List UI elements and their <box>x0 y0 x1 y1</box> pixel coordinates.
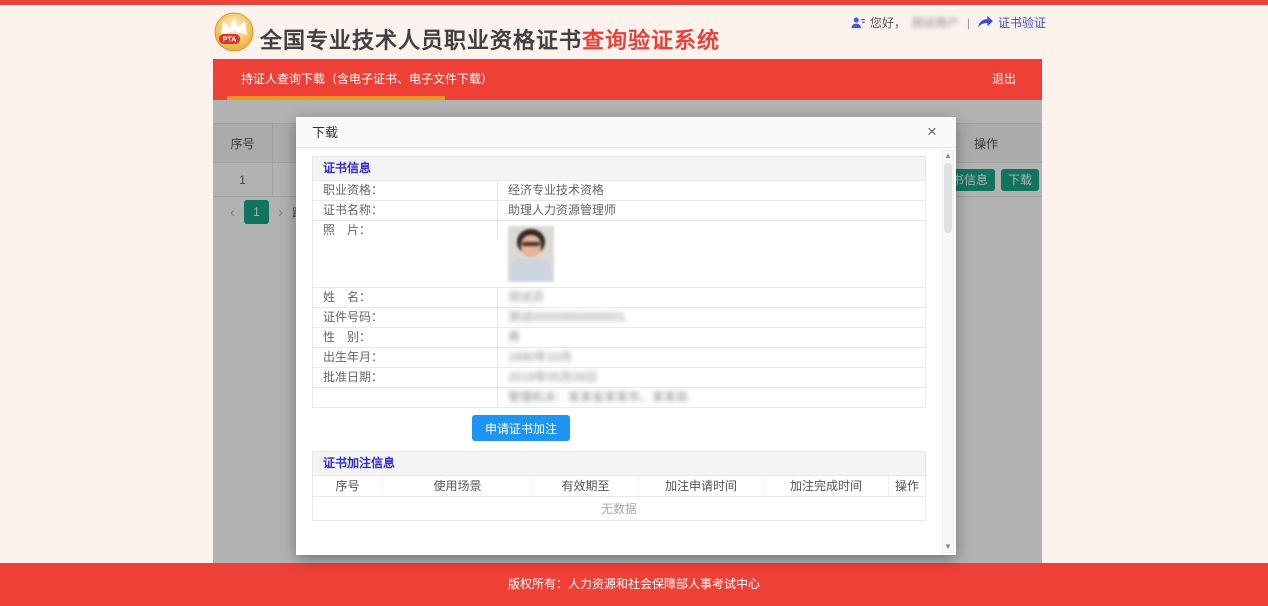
ann-col-index: 序号 <box>313 476 383 496</box>
page-title-accent: 查询验证系统 <box>582 28 721 53</box>
field-value: 经济专业技术资格 <box>508 183 605 197</box>
footer: 版权所有：人力资源和社会保障部人事考试中心 <box>0 563 1268 606</box>
user-icon <box>851 16 865 28</box>
cert-info-section-header: 证书信息 <box>313 157 925 180</box>
certificate-photo <box>508 226 554 282</box>
annotation-empty-text: 无数据 <box>313 496 925 520</box>
field-value-masked: 2019年05月28日 <box>508 370 598 384</box>
field-row-approve-date: 批准日期： 2019年05月28日 <box>313 367 925 387</box>
field-row-cert-name: 证书名称： 助理人力资源管理师 <box>313 200 925 220</box>
modal-scrollbar[interactable]: ▲ ▼ <box>942 150 954 553</box>
greeting-text: 您好， <box>869 16 906 30</box>
download-modal: 下载 × 证书信息 职业资格： 经济专业技术资格 证书名称： 助理人力资源管理师… <box>296 117 956 555</box>
field-row-authority: 管理机关：某某省某某市，某某局 <box>313 387 925 407</box>
field-row-birth: 出生年月： 1990年10月 <box>313 347 925 367</box>
field-label: 出生年月： <box>313 348 498 367</box>
annotation-section-title: 证书加注信息 <box>323 456 396 470</box>
field-row-occupation: 职业资格： 经济专业技术资格 <box>313 180 925 200</box>
modal-title: 下载 <box>312 125 339 140</box>
annotation-section-header: 证书加注信息 <box>313 452 925 475</box>
ann-col-scene: 使用场景 <box>383 476 533 496</box>
cert-verify-link[interactable]: 证书验证 <box>998 14 1046 31</box>
ann-col-valid-until: 有效期至 <box>533 476 639 496</box>
field-label: 性 别： <box>313 328 498 347</box>
share-arrow-icon <box>978 16 993 28</box>
ann-col-apply-time: 加注申请时间 <box>639 476 764 496</box>
field-value-masked: 男 <box>508 330 521 344</box>
top-accent-line <box>0 0 1268 5</box>
page-title: 全国专业技术人员职业资格证书查询验证系统 <box>260 23 720 55</box>
svg-text:PTA: PTA <box>223 37 236 44</box>
field-label <box>313 388 498 407</box>
field-label: 证书名称： <box>313 201 498 220</box>
field-label: 姓 名： <box>313 288 498 307</box>
field-row-gender: 性 别： 男 <box>313 327 925 347</box>
logout-button[interactable]: 退出 <box>966 59 1042 100</box>
field-value <box>498 221 925 287</box>
ann-col-finish-time: 加注完成时间 <box>764 476 889 496</box>
divider: | <box>966 15 970 30</box>
modal-body: 证书信息 职业资格： 经济专业技术资格 证书名称： 助理人力资源管理师 照 片：… <box>296 148 956 554</box>
pta-logo: PTA <box>214 12 254 52</box>
modal-header: 下载 × <box>296 117 956 148</box>
cert-info-section: 证书信息 职业资格： 经济专业技术资格 证书名称： 助理人力资源管理师 照 片：… <box>312 156 926 408</box>
field-value-masked: 测试员 <box>508 290 545 304</box>
close-icon[interactable]: × <box>920 117 944 148</box>
scrollbar-thumb[interactable] <box>944 163 952 233</box>
field-value-masked: 管理机关：某某省某某市，某某局 <box>508 390 689 404</box>
field-label: 证件号码： <box>313 308 498 327</box>
user-name: 测试用户 <box>910 16 959 30</box>
page-title-main: 全国专业技术人员职业资格证书 <box>260 28 583 53</box>
scroll-up-icon[interactable]: ▲ <box>943 151 953 161</box>
field-value-masked: 1990年10月 <box>508 350 573 364</box>
field-value-masked: 测试00000000000001 <box>508 310 626 324</box>
cert-info-section-title: 证书信息 <box>323 161 372 175</box>
nav-bar: 持证人查询下载（含电子证书、电子文件下载） 退出 <box>213 59 1042 100</box>
copyright-text: 版权所有：人力资源和社会保障部人事考试中心 <box>507 577 760 591</box>
field-row-photo: 照 片： <box>313 220 925 287</box>
field-value: 助理人力资源管理师 <box>508 203 617 217</box>
field-label: 职业资格： <box>313 181 498 200</box>
apply-annotation-button[interactable]: 申请证书加注 <box>472 415 571 441</box>
pta-logo-icon: PTA <box>214 12 254 52</box>
field-label: 照 片： <box>313 221 498 240</box>
scroll-down-icon[interactable]: ▼ <box>943 542 953 552</box>
user-area: 您好， 测试用户 | 证书验证 <box>851 14 1046 31</box>
tab-holder-query-download[interactable]: 持证人查询下载（含电子证书、电子文件下载） <box>227 59 507 100</box>
annotation-section: 证书加注信息 序号 使用场景 有效期至 加注申请时间 加注完成时间 操作 无数据 <box>312 451 926 521</box>
field-row-name: 姓 名： 测试员 <box>313 287 925 307</box>
ann-col-action: 操作 <box>894 479 919 493</box>
field-label: 批准日期： <box>313 368 498 387</box>
annotation-table-header: 序号 使用场景 有效期至 加注申请时间 加注完成时间 操作 <box>313 475 925 496</box>
field-row-id-number: 证件号码： 测试00000000000001 <box>313 307 925 327</box>
